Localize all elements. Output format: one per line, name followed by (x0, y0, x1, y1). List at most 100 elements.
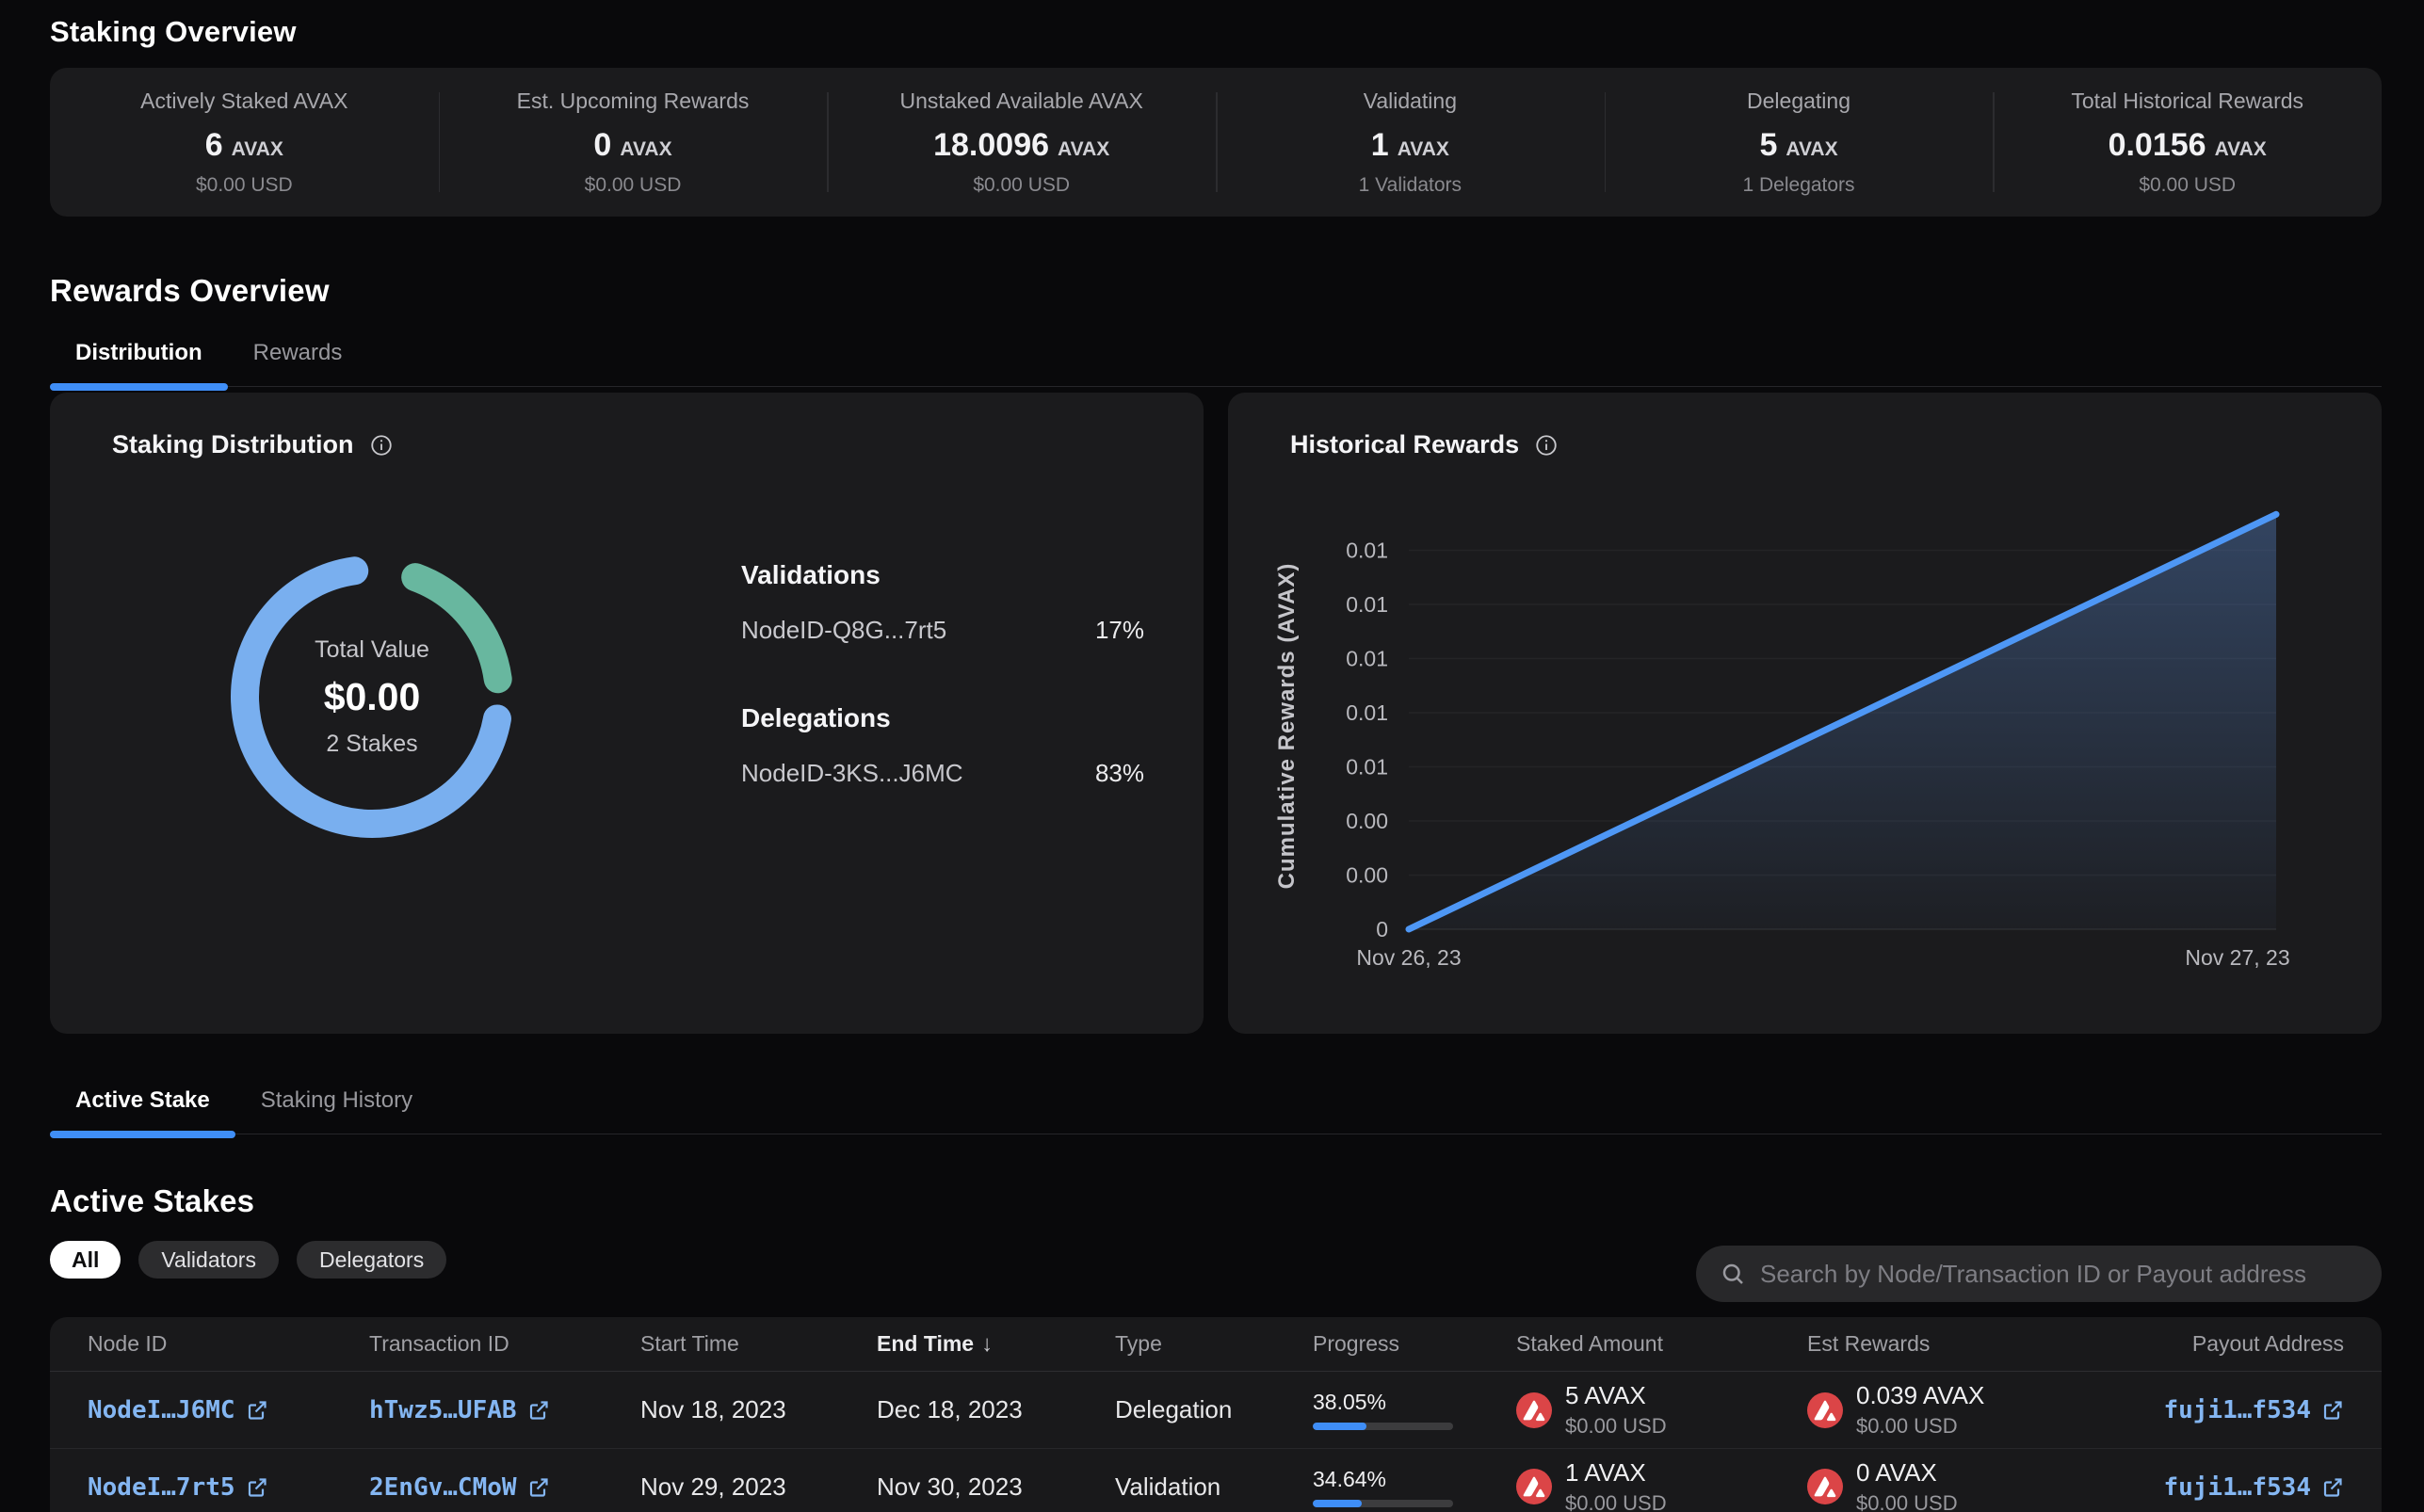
delegations-header: Delegations (741, 703, 1144, 733)
stake-type: Delegation (1115, 1395, 1313, 1424)
end-time: Nov 30, 2023 (877, 1472, 1115, 1502)
node-id-link[interactable]: NodeI…J6MC (88, 1396, 268, 1424)
delegations-group: Delegations NodeID-3KS...J6MC 83% (741, 703, 1144, 788)
progress: 34.64% (1313, 1467, 1516, 1507)
active-stakes-section: Active Stakes All Validators Delegators … (50, 1183, 2382, 1512)
progress-bar (1313, 1500, 1453, 1507)
svg-text:0.01: 0.01 (1346, 755, 1388, 780)
validations-group: Validations NodeID-Q8G...7rt5 17% (741, 560, 1144, 645)
tabs-divider (50, 386, 2382, 388)
filter-validators[interactable]: Validators (138, 1241, 279, 1279)
search-input[interactable] (1760, 1260, 2359, 1289)
tab-rewards[interactable]: Rewards (228, 340, 368, 387)
filter-delegators[interactable]: Delegators (297, 1241, 446, 1279)
stat-value: 18.0096 (933, 127, 1049, 164)
payout-address-link[interactable]: fuji1…f534 (2163, 1473, 2344, 1502)
payout-address-link[interactable]: fuji1…f534 (2163, 1396, 2344, 1424)
col-staked-amount[interactable]: Staked Amount (1516, 1331, 1807, 1357)
svg-text:0: 0 (1376, 917, 1388, 941)
svg-text:Nov 27, 23: Nov 27, 23 (2185, 945, 2289, 970)
stat-delegating: Delegating 5AVAX 1 Delegators (1605, 68, 1994, 217)
est-rewards: 0.039 AVAX$0.00 USD (1807, 1381, 2118, 1439)
donut-center-value: $0.00 (324, 675, 421, 719)
node-id-link[interactable]: NodeI…7rt5 (88, 1473, 268, 1502)
external-link-icon (527, 1476, 550, 1499)
active-stakes-table: Node ID Transaction ID Start Time End Ti… (50, 1317, 2382, 1512)
page-title: Staking Overview (50, 0, 2382, 49)
table-row: NodeI…J6MC hTwz5…UFAB Nov 18, 2023 Dec 1… (50, 1372, 2382, 1448)
external-link-icon (527, 1399, 550, 1422)
donut-center-label: Total Value (315, 636, 429, 664)
staking-overview-stats: Actively Staked AVAX 6AVAX $0.00 USD Est… (50, 68, 2382, 217)
est-rewards: 0 AVAX$0.00 USD (1807, 1458, 2118, 1512)
transaction-id-link[interactable]: hTwz5…UFAB (369, 1396, 550, 1424)
stat-value: 0 (593, 127, 611, 164)
stake-search[interactable] (1696, 1246, 2382, 1302)
rewards-overview-title: Rewards Overview (50, 273, 2382, 309)
svg-text:0.01: 0.01 (1346, 700, 1388, 725)
stat-value: 0.0156 (2109, 127, 2206, 164)
sort-descending-icon: ↓ (981, 1331, 993, 1357)
external-link-icon (246, 1476, 268, 1499)
stat-value: 5 (1759, 127, 1777, 164)
svg-text:0.00: 0.00 (1346, 863, 1388, 888)
staking-distribution-title: Staking Distribution (112, 430, 354, 459)
transaction-id-link[interactable]: 2EnGv…CMoW (369, 1473, 550, 1502)
stat-value: 6 (205, 127, 223, 164)
avax-logo-icon (1516, 1469, 1552, 1504)
filter-all[interactable]: All (50, 1241, 121, 1279)
external-link-icon (246, 1399, 268, 1422)
external-link-icon (2321, 1399, 2344, 1422)
start-time: Nov 18, 2023 (640, 1395, 877, 1424)
svg-text:0.00: 0.00 (1346, 809, 1388, 833)
col-end-time[interactable]: End Time↓ (877, 1331, 1115, 1358)
svg-text:0.01: 0.01 (1346, 539, 1388, 563)
active-stakes-title: Active Stakes (50, 1183, 2382, 1219)
avax-logo-icon (1807, 1392, 1843, 1428)
col-payout-address[interactable]: Payout Address (2118, 1331, 2344, 1357)
donut-center-sub: 2 Stakes (326, 731, 417, 758)
progress-bar (1313, 1423, 1453, 1430)
stat-value: 1 (1371, 127, 1389, 164)
table-row: NodeI…7rt5 2EnGv…CMoW Nov 29, 2023 Nov 3… (50, 1448, 2382, 1512)
stat-actively-staked: Actively Staked AVAX 6AVAX $0.00 USD (50, 68, 439, 217)
col-type[interactable]: Type (1115, 1331, 1313, 1357)
historical-rewards-chart: 0 0.00 0.00 0.01 0.01 0.01 0.01 0.01 Nov 26, 23… (1228, 393, 2382, 1034)
validations-header: Validations (741, 560, 1144, 590)
stat-total-historical-rewards: Total Historical Rewards 0.0156AVAX $0.0… (1993, 68, 2382, 217)
tab-active-stake[interactable]: Active Stake (50, 1087, 235, 1134)
svg-text:0.01: 0.01 (1346, 647, 1388, 671)
table-header: Node ID Transaction ID Start Time End Ti… (50, 1317, 2382, 1372)
search-icon (1719, 1260, 1747, 1288)
staking-distribution-donut: Total Value $0.00 2 Stakes (212, 537, 532, 857)
col-progress[interactable]: Progress (1313, 1331, 1516, 1357)
external-link-icon (2321, 1476, 2344, 1499)
stat-upcoming-rewards: Est. Upcoming Rewards 0AVAX $0.00 USD (439, 68, 828, 217)
col-start-time[interactable]: Start Time (640, 1331, 877, 1357)
staking-dashboard: Staking Overview Actively Staked AVAX 6A… (0, 0, 2424, 1512)
avax-logo-icon (1516, 1392, 1552, 1428)
progress: 38.05% (1313, 1390, 1516, 1430)
stake-tabs: Active Stake Staking History (50, 1087, 2382, 1134)
avax-logo-icon (1807, 1469, 1843, 1504)
svg-text:Nov 26, 23: Nov 26, 23 (1356, 945, 1461, 970)
stat-unstaked-available: Unstaked Available AVAX 18.0096AVAX $0.0… (827, 68, 1216, 217)
rewards-tabs: Distribution Rewards (50, 340, 2382, 387)
start-time: Nov 29, 2023 (640, 1472, 877, 1502)
historical-rewards-card: Historical Rewards Cumulative Rewards (A… (1228, 393, 2382, 1034)
stat-validating: Validating 1AVAX 1 Validators (1216, 68, 1605, 217)
col-est-rewards[interactable]: Est Rewards (1807, 1331, 2118, 1357)
tab-distribution[interactable]: Distribution (50, 340, 228, 387)
staking-distribution-card: Staking Distribution Total Value $0.00 2… (50, 393, 1204, 1034)
svg-text:0.01: 0.01 (1346, 592, 1388, 617)
stake-type: Validation (1115, 1472, 1313, 1502)
staked-amount: 1 AVAX$0.00 USD (1516, 1458, 1807, 1512)
info-icon[interactable] (369, 433, 394, 458)
col-transaction-id[interactable]: Transaction ID (369, 1331, 640, 1357)
validation-item: NodeID-Q8G...7rt5 17% (741, 616, 1144, 645)
tabs-divider (50, 1134, 2382, 1135)
tab-staking-history[interactable]: Staking History (235, 1087, 438, 1134)
delegation-item: NodeID-3KS...J6MC 83% (741, 759, 1144, 788)
staked-amount: 5 AVAX$0.00 USD (1516, 1381, 1807, 1439)
col-node-id[interactable]: Node ID (88, 1331, 369, 1357)
